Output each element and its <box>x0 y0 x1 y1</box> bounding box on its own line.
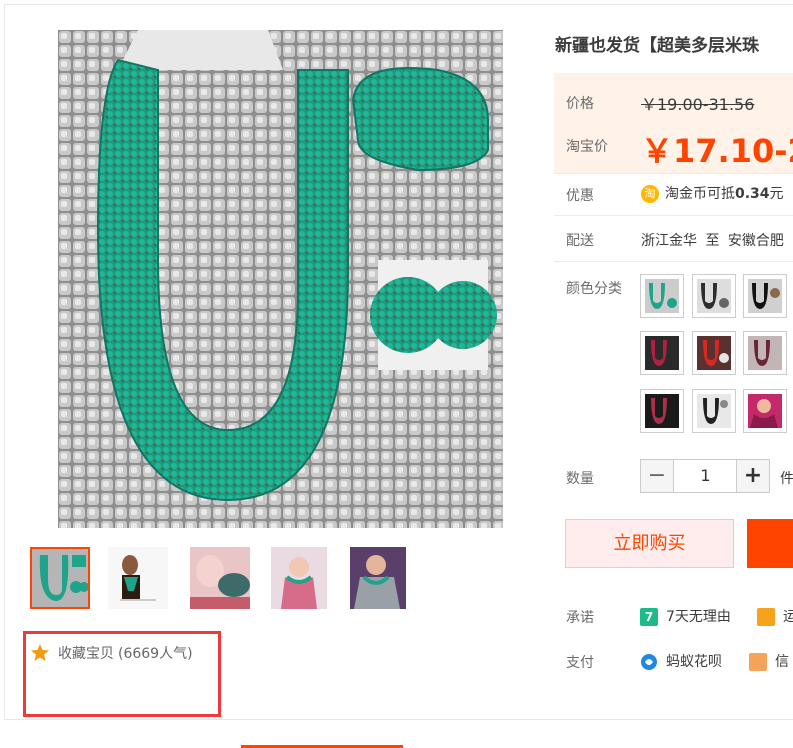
promo-label: 优惠 <box>566 188 594 204</box>
add-to-cart-button[interactable] <box>747 519 793 568</box>
promise-label: 承诺 <box>566 610 594 626</box>
promise-more: 运 <box>757 606 793 626</box>
buy-now-button[interactable]: 立即购买 <box>565 519 734 568</box>
color-option-6[interactable] <box>743 331 787 375</box>
price-label: 价格 <box>566 96 594 112</box>
jewelry-photo <box>58 30 503 528</box>
payment-credit: 信 <box>749 651 789 671</box>
quantity-increase-button[interactable]: + <box>736 459 770 493</box>
taobao-price: ￥17.10-2 <box>641 132 793 170</box>
color-option-4[interactable] <box>640 331 684 375</box>
thumbnail-4[interactable] <box>271 547 331 609</box>
taobao-price-label: 淘宝价 <box>566 139 608 155</box>
thumbnail-1[interactable] <box>30 547 90 609</box>
seven-days-icon: 7 <box>640 608 658 626</box>
divider <box>554 173 793 174</box>
promo-text: 淘金币可抵 <box>665 186 735 202</box>
thumbnail-2[interactable] <box>108 547 168 609</box>
thumbnail-5[interactable] <box>350 547 410 609</box>
color-option-1[interactable] <box>640 274 684 318</box>
color-option-9[interactable] <box>743 389 787 433</box>
quantity-input[interactable]: 1 <box>674 459 737 493</box>
huabei-text: 蚂蚁花呗 <box>666 654 722 670</box>
color-option-5[interactable] <box>692 331 736 375</box>
quantity-label: 数量 <box>566 471 594 487</box>
delivery-from: 浙江金华 <box>641 233 697 249</box>
quantity-decrease-button[interactable]: − <box>640 459 674 493</box>
promise-more-text: 运 <box>783 609 793 625</box>
promo-amount: 0.34 <box>735 186 770 202</box>
credit-text: 信 <box>775 654 789 670</box>
promise-info: 7 7天无理由 <box>640 606 731 626</box>
delivery-to[interactable]: 安徽合肥 <box>728 233 784 249</box>
promise-text: 7天无理由 <box>666 609 731 625</box>
promo-unit: 元 <box>769 186 784 202</box>
huabei-icon <box>641 654 657 670</box>
delivery-to-label: 至 <box>705 233 720 249</box>
highlight-box <box>23 631 221 717</box>
taobao-coin-icon: 淘 <box>641 185 659 203</box>
original-price: ￥19.00-31.56 <box>641 95 755 114</box>
divider <box>554 261 793 262</box>
divider <box>554 215 793 216</box>
payment-label: 支付 <box>566 655 594 671</box>
quantity-unit: 件 <box>780 471 793 487</box>
color-option-8[interactable] <box>692 389 736 433</box>
color-option-3[interactable] <box>743 274 787 318</box>
color-option-7[interactable] <box>640 389 684 433</box>
main-product-image[interactable] <box>58 30 503 528</box>
credit-card-icon <box>749 653 767 671</box>
thumbnail-3[interactable] <box>190 547 250 609</box>
delivery-label: 配送 <box>566 233 594 249</box>
product-title: 新疆也发货【超美多层米珠 <box>555 36 759 56</box>
color-option-2[interactable] <box>692 274 736 318</box>
promo-info: 淘淘金币可抵0.34元 <box>641 183 784 203</box>
delivery-info: 浙江金华 至 安徽合肥 <box>641 230 784 250</box>
shipping-icon <box>757 608 775 626</box>
payment-huabei: 蚂蚁花呗 <box>640 651 722 671</box>
color-label: 颜色分类 <box>566 281 622 297</box>
